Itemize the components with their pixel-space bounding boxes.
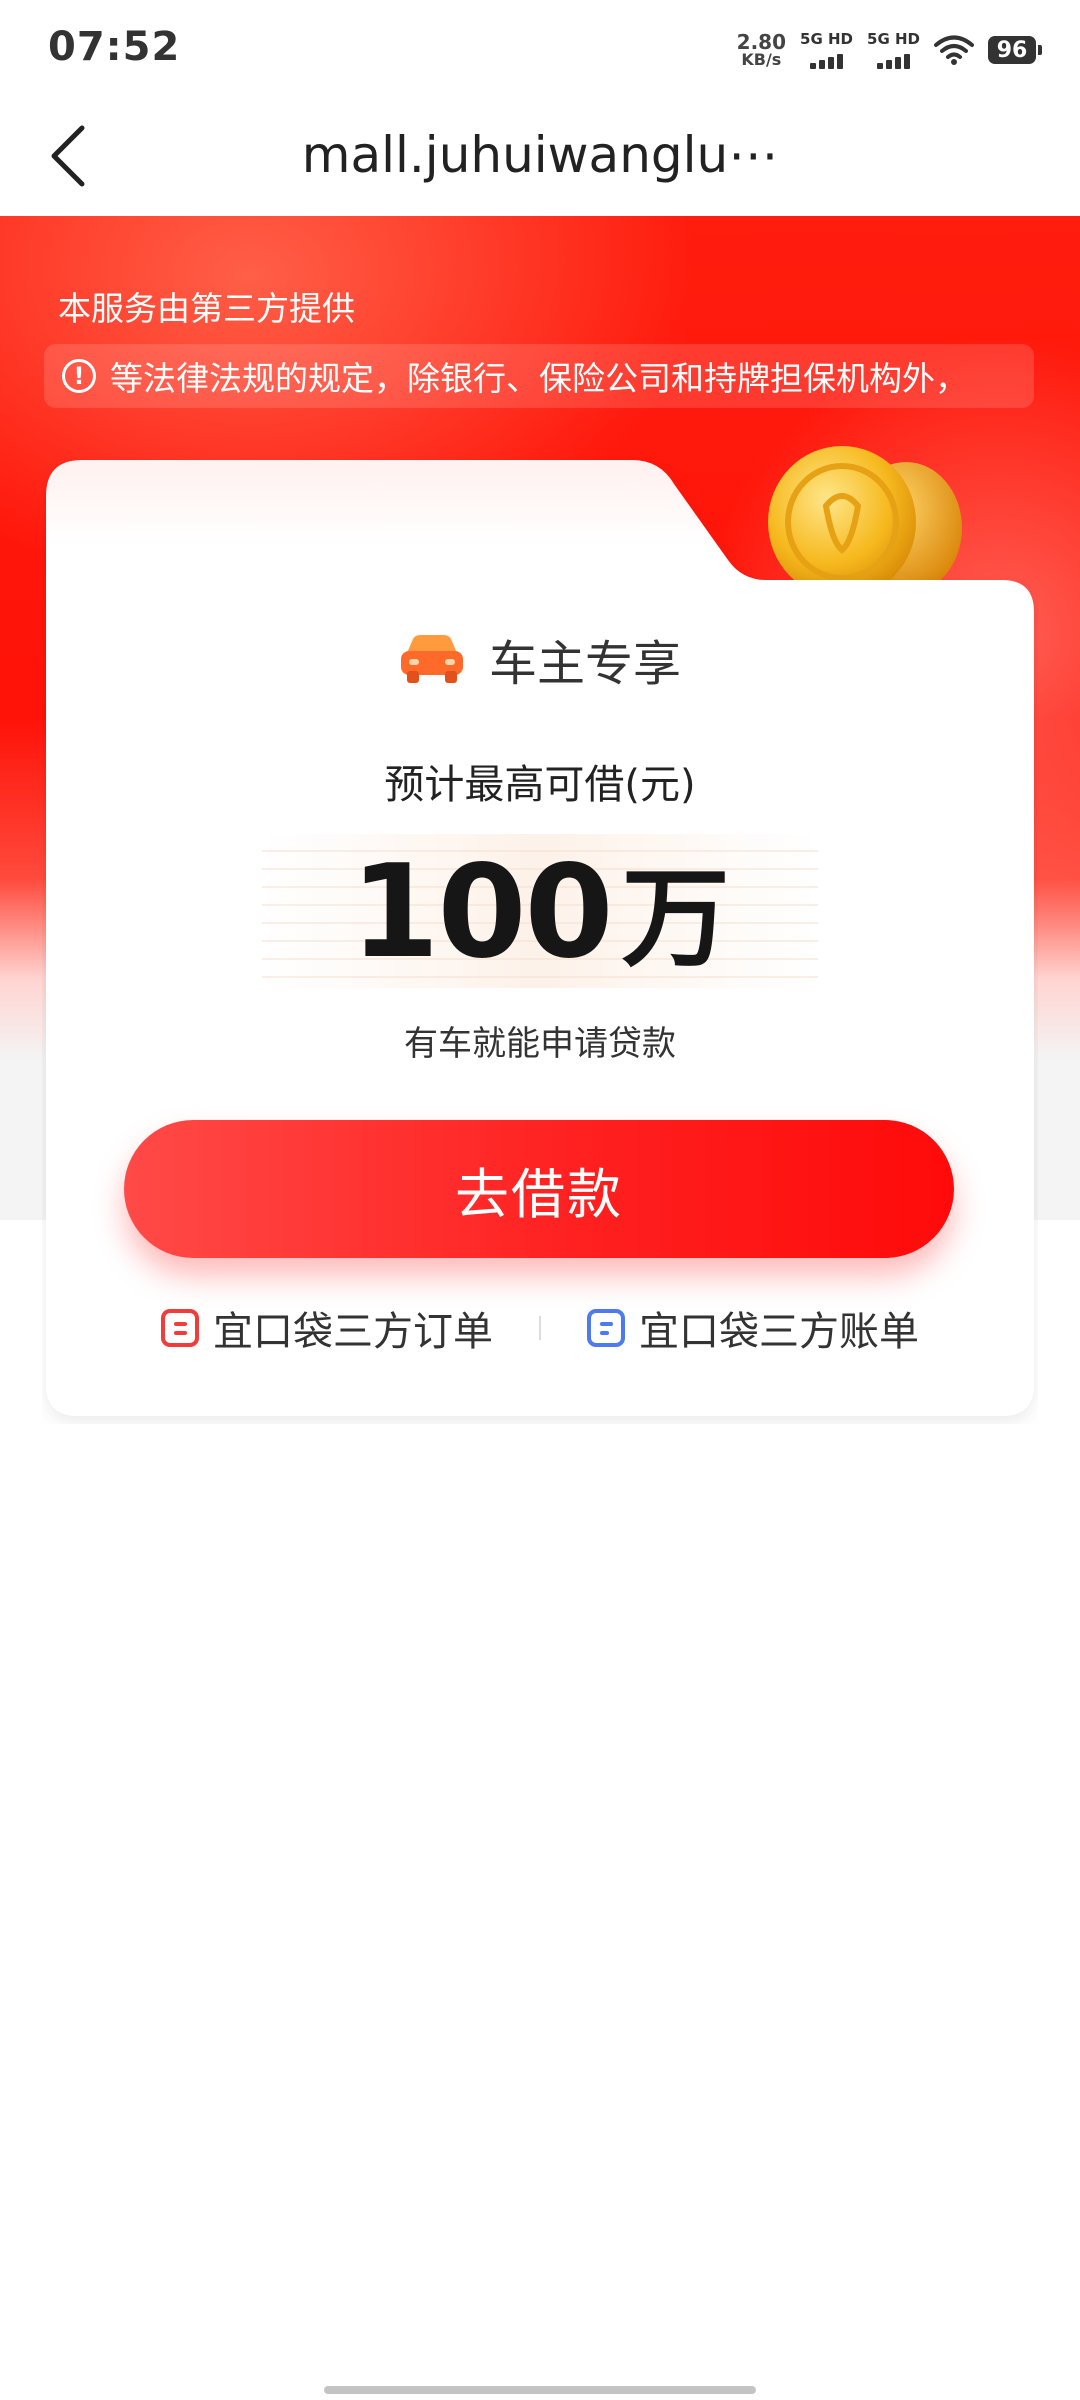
page-title: mall.juhuiwanglu⋯: [301, 126, 779, 184]
orders-doc-icon: [161, 1309, 199, 1347]
status-indicators: 2.80 KB/s 5G HD 5G HD 96: [737, 28, 1042, 72]
home-indicator[interactable]: [324, 2386, 756, 2394]
exclamation-icon: !: [62, 359, 96, 393]
sim2-signal-icon: 5G HD: [867, 31, 920, 69]
orders-link-label: 宜口袋三方订单: [213, 1309, 493, 1355]
wifi-icon: [934, 35, 974, 65]
legal-marquee: ! 等法律法规的规定，除银行、保险公司和持牌担保机构外，: [44, 344, 1034, 408]
bills-link[interactable]: 宜口袋三方账单: [587, 1299, 919, 1357]
chevron-left-icon: [51, 125, 85, 187]
bills-doc-icon: [587, 1309, 625, 1347]
max-loan-amount: 100万: [42, 832, 1038, 988]
bills-link-label: 宜口袋三方账单: [639, 1309, 919, 1355]
network-speed: 2.80 KB/s: [737, 32, 786, 68]
amount-number: 100: [350, 838, 613, 987]
link-divider: [539, 1316, 541, 1340]
network-speed-unit: KB/s: [741, 50, 782, 69]
borrow-button[interactable]: 去借款: [124, 1120, 954, 1258]
amount-unit: 万: [621, 857, 730, 982]
max-loan-caption: 预计最高可借(元): [384, 762, 696, 808]
status-time: 07:52: [48, 24, 181, 70]
battery-indicator: 96: [988, 36, 1042, 64]
orders-link[interactable]: 宜口袋三方订单: [161, 1299, 493, 1357]
status-bar: 07:52 2.80 KB/s 5G HD 5G HD 96: [0, 0, 1080, 96]
marquee-text: 等法律法规的规定，除银行、保险公司和持牌担保机构外，: [110, 359, 968, 398]
owner-exclusive-badge: 车主专享: [42, 624, 1038, 694]
badge-label: 车主专享: [488, 636, 681, 692]
network-speed-value: 2.80: [736, 30, 787, 54]
nav-bar: mall.juhuiwanglu⋯: [0, 96, 1080, 216]
amount-note: 有车就能申请贷款: [404, 1024, 676, 1064]
order-links: 宜口袋三方订单 宜口袋三方账单: [42, 1298, 1038, 1358]
loan-card: 车主专享 预计最高可借(元) 100万 有车就能申请贷款 去借款 宜口袋三方订单: [42, 456, 1038, 1424]
sim1-signal-icon: 5G HD: [800, 31, 853, 69]
provider-notice: 本服务由第三方提供: [58, 289, 355, 328]
car-icon: [400, 635, 463, 683]
back-button[interactable]: [28, 114, 108, 198]
